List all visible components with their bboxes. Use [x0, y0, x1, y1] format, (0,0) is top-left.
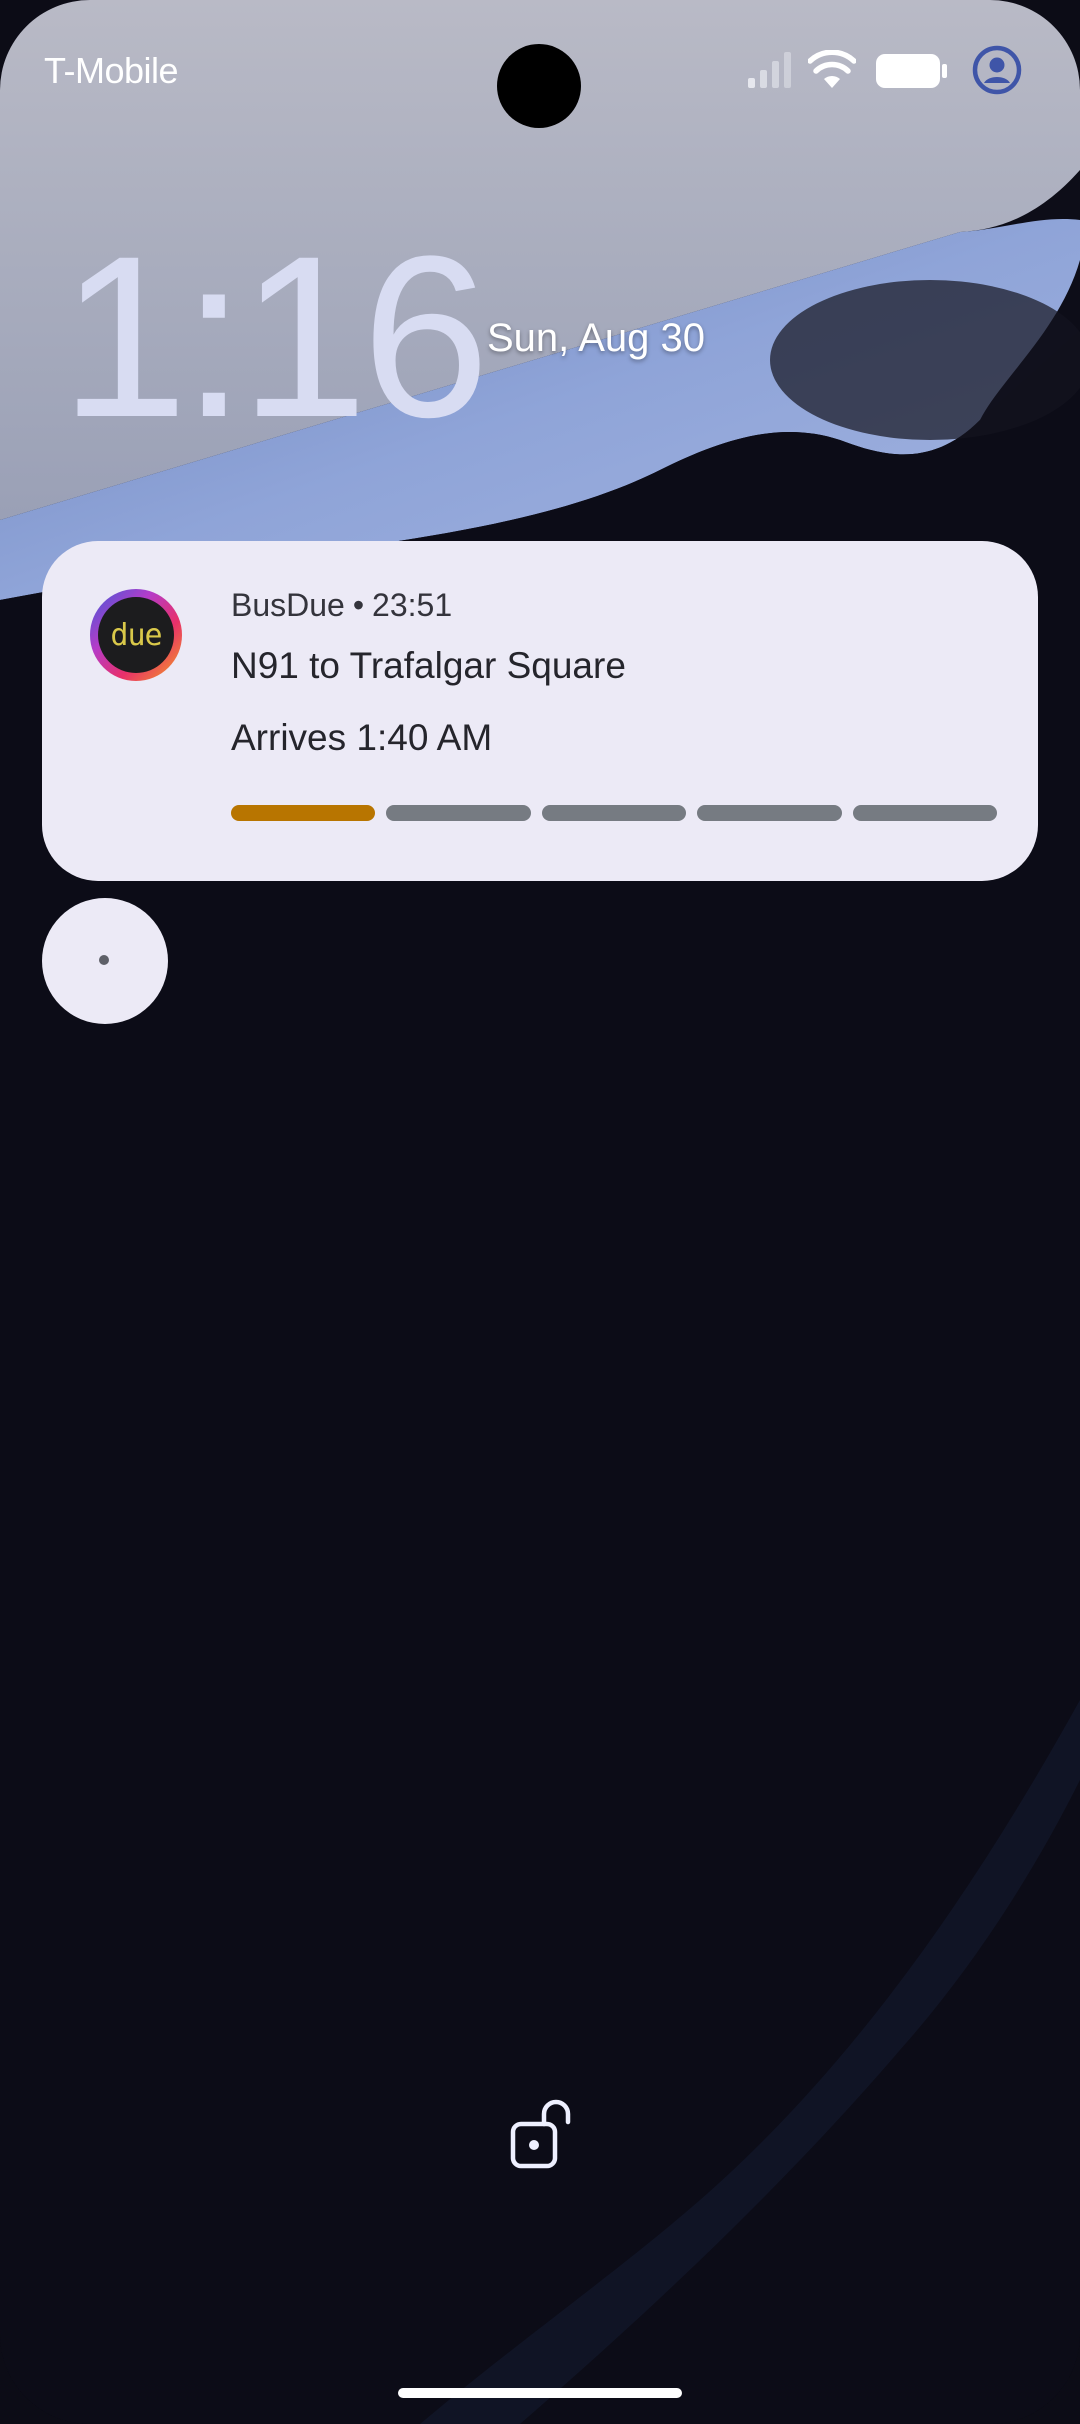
notification-card[interactable]: [42, 541, 1038, 881]
logo-text: due: [110, 618, 161, 653]
notification-time: 23:51: [372, 587, 453, 623]
lock-clock: 1:16: [60, 208, 490, 465]
progress-segment: [541, 805, 687, 821]
journey-progress: [231, 805, 997, 821]
lock-open-icon[interactable]: [510, 2098, 574, 2170]
status-bar: T-Mobile: [0, 0, 1080, 140]
notification-text: Arrives 1:40 AM: [231, 717, 493, 758]
signal-icon: [748, 52, 791, 88]
carrier-name: T-Mobile: [44, 50, 179, 91]
busdue-app-icon: due: [90, 589, 182, 681]
camera-cutout: [497, 44, 581, 128]
wifi-icon: [808, 50, 856, 88]
notification-title: N91 to Trafalgar Square: [231, 645, 626, 686]
lock-date: Sun, Aug 30: [487, 316, 705, 360]
header-separator: •: [352, 587, 365, 623]
battery-icon: [876, 54, 947, 88]
lock-screen: T-Mobile 1:16 Sun, Aug 30 due BusDue • 2…: [0, 0, 1080, 2424]
account-icon[interactable]: [972, 45, 1022, 95]
progress-segment: [386, 805, 531, 821]
notification-header: BusDue • 23:51: [231, 587, 452, 624]
home-indicator[interactable]: [398, 2388, 682, 2398]
progress-segment: [231, 805, 376, 821]
dot-icon: [99, 955, 109, 965]
notification-app-name: BusDue: [231, 587, 345, 623]
progress-segment: [697, 805, 842, 821]
progress-segment: [852, 805, 997, 821]
